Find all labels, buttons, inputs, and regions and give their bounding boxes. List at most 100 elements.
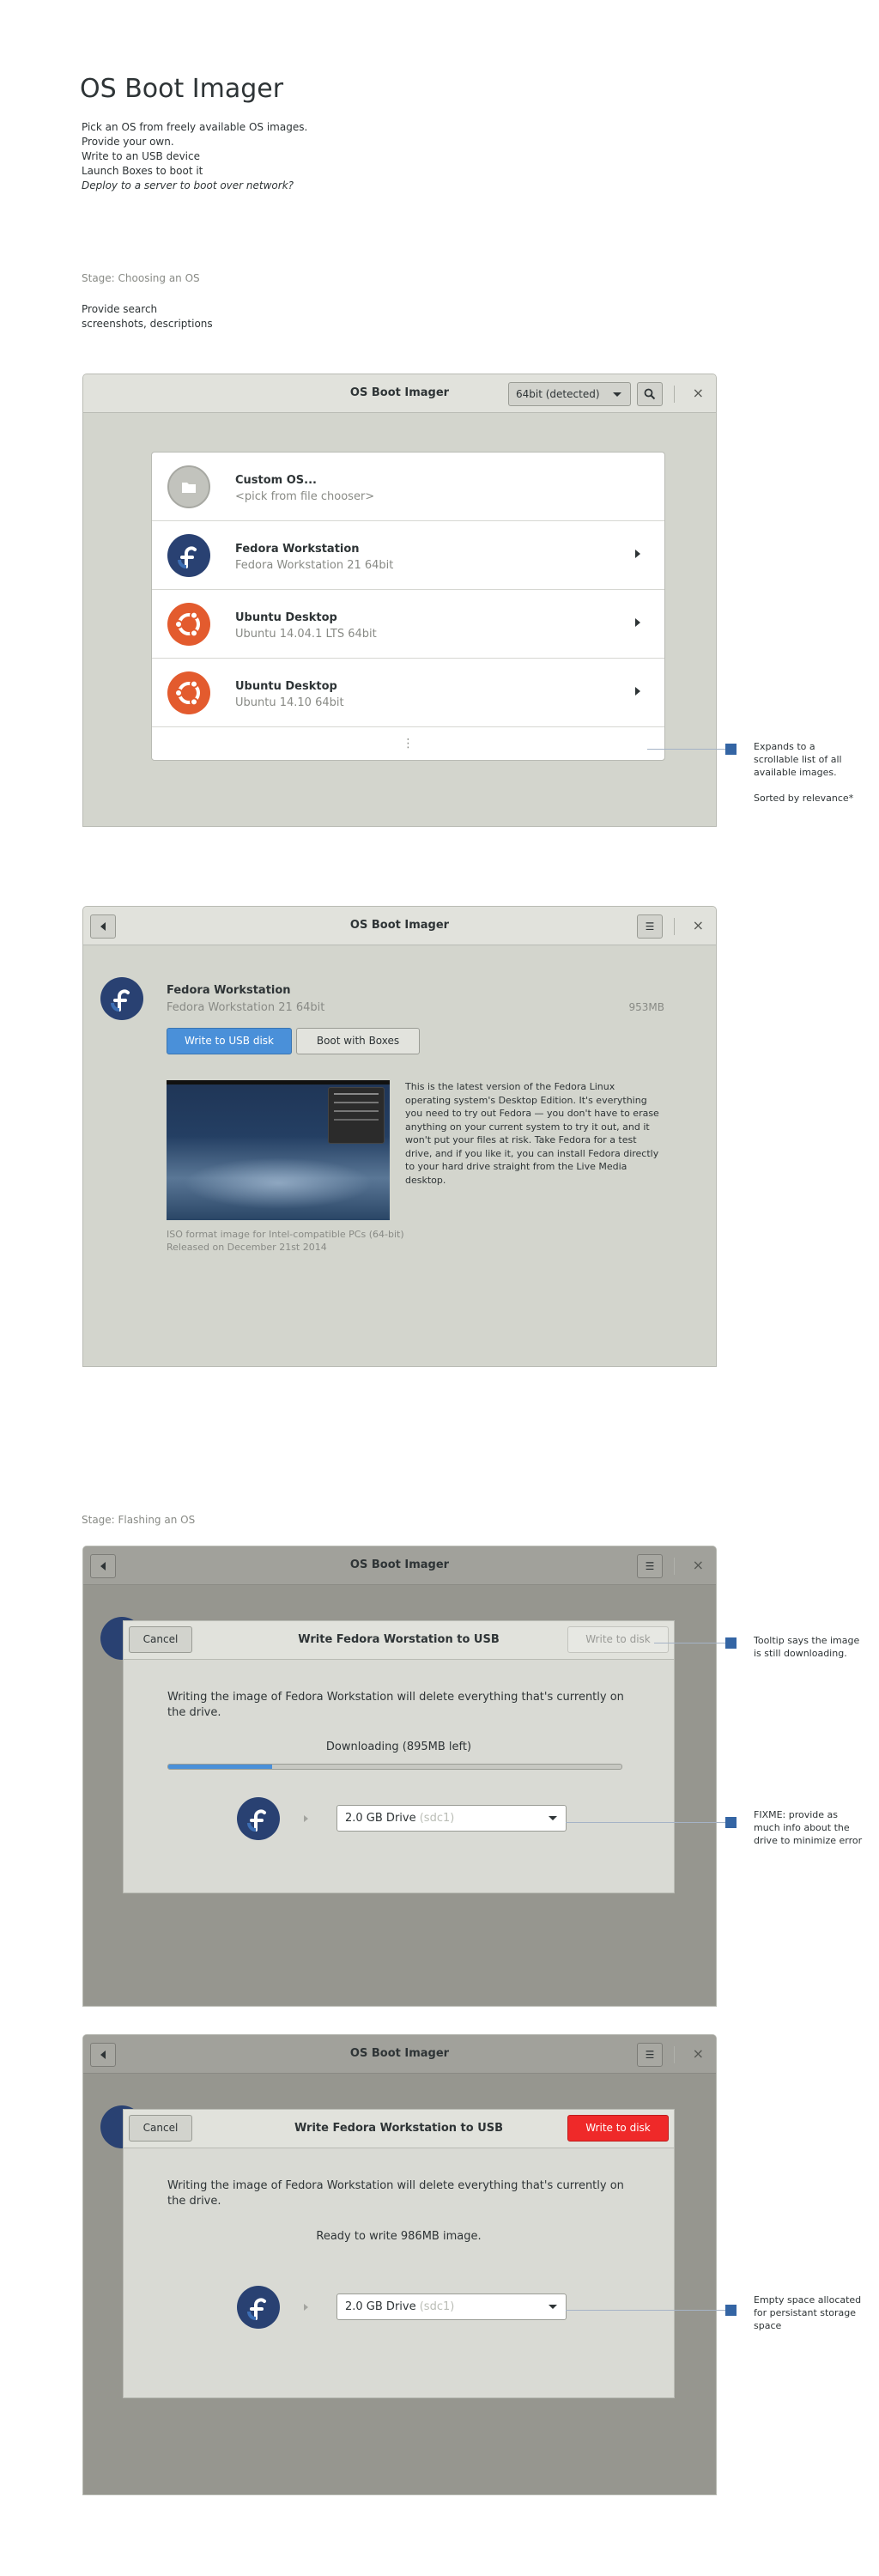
intro-line: Pick an OS from freely available OS imag… (82, 121, 308, 133)
os-list-item[interactable]: Fedora Workstation Fedora Workstation 21… (152, 521, 664, 590)
os-screenshot[interactable] (167, 1080, 390, 1220)
titlebar: OS Boot Imager ☰ × (83, 2035, 716, 2074)
provide-line: screenshots, descriptions (82, 318, 213, 330)
empty-space-annotation: Empty space allocated for persistant sto… (754, 2293, 861, 2332)
annotation-marker (725, 2305, 737, 2316)
arch-select-value: 64bit (detected) (516, 388, 600, 400)
search-icon (644, 388, 656, 400)
annotation-line (566, 2310, 726, 2311)
release-date: Released on December 21st 2014 (167, 1242, 327, 1253)
progress-fill (168, 1765, 273, 1769)
write-dialog: Cancel Write Fedora Workstation to USB W… (123, 2109, 675, 2398)
annotation-marker (725, 1637, 737, 1649)
annotation-text: Expands to a (754, 741, 815, 752)
tooltip-annotation: Tooltip says the image is still download… (754, 1634, 859, 1660)
drive-device: (sdc1) (419, 1812, 455, 1825)
window-title: OS Boot Imager (349, 919, 450, 932)
stage-choosing-label: Stage: Choosing an OS (82, 272, 200, 284)
os-name: Ubuntu Desktop (235, 611, 337, 624)
image-meta: ISO format image for Intel-compatible PC… (167, 1228, 404, 1254)
chevron-right-icon (635, 687, 640, 696)
annotation-marker (725, 1817, 737, 1828)
os-description: This is the latest version of the Fedora… (405, 1081, 659, 1186)
boot-with-boxes-button[interactable]: Boot with Boxes (296, 1028, 420, 1054)
ready-status: Ready to write 986MB image. (316, 2230, 482, 2243)
provide-note: Provide search screenshots, descriptions (82, 302, 213, 331)
annotation-text: is still downloading. (754, 1648, 847, 1659)
fixme-annotation: FIXME: provide as much info about the dr… (754, 1808, 862, 1847)
ubuntu-icon (167, 603, 210, 646)
annotation-text: FIXME: provide as (754, 1809, 839, 1820)
arrow-right-icon (304, 1815, 308, 1822)
arch-select[interactable]: 64bit (detected) (508, 382, 631, 406)
toolbar-separator (674, 918, 675, 935)
annotation-text: drive to minimize error (754, 1835, 863, 1846)
annotation-line (566, 1822, 726, 1823)
drive-name: 2.0 GB Drive (345, 1812, 416, 1825)
screenshot-topbar (167, 1080, 390, 1084)
close-icon[interactable]: × (693, 917, 704, 933)
annotation-text: space (754, 2320, 782, 2331)
fedora-icon (167, 534, 210, 577)
window-title: OS Boot Imager (349, 2047, 450, 2060)
os-list-item[interactable]: Custom OS... <pick from file chooser> (152, 453, 664, 521)
chevron-right-icon (635, 618, 640, 627)
menu-button[interactable]: ☰ (637, 914, 663, 939)
intro-line: Write to an USB device (82, 150, 200, 162)
chevron-down-icon (613, 392, 621, 397)
close-icon[interactable]: × (693, 1557, 704, 1573)
fedora-icon (237, 2286, 280, 2329)
write-to-disk-button[interactable]: Write to disk (567, 2115, 669, 2142)
annotation-text: Tooltip says the image (754, 1635, 860, 1646)
os-name: Ubuntu Desktop (235, 680, 337, 693)
annotation-text: scrollable list of all (754, 754, 842, 765)
annotation-line (647, 749, 726, 750)
toolbar-separator (674, 2046, 675, 2063)
annotation-text: available images. (754, 767, 837, 778)
os-name: Fedora Workstation (235, 543, 360, 556)
close-icon[interactable]: × (693, 2045, 704, 2062)
os-subtitle: Fedora Workstation 21 64bit (167, 1001, 325, 1014)
write-to-disk-button[interactable]: Write to disk (567, 1626, 669, 1653)
arrow-right-icon (304, 2304, 308, 2311)
provide-line: Provide search (82, 303, 158, 315)
os-detail-window: OS Boot Imager ☰ × Fedora Workstation Fe… (82, 906, 717, 1367)
chevron-right-icon (635, 550, 640, 558)
warning-text: Writing the image of Fedora Workstation … (167, 2179, 624, 2208)
annotation-text: Empty space allocated (754, 2294, 862, 2306)
toolbar-separator (674, 386, 675, 403)
image-size: 953MB (628, 1001, 665, 1013)
ubuntu-icon (167, 671, 210, 714)
titlebar: OS Boot Imager 64bit (detected) × (83, 374, 716, 413)
drive-device: (sdc1) (419, 2300, 455, 2313)
menu-button[interactable]: ☰ (637, 2043, 663, 2067)
flash-downloading-window: OS Boot Imager ☰ × Cancel Write Fedora W… (82, 1546, 717, 2007)
menu-icon: ☰ (645, 2049, 655, 2061)
list-annotation: Expands to a scrollable list of all avai… (754, 740, 853, 805)
fedora-icon (237, 1797, 280, 1840)
intro-text: Pick an OS from freely available OS imag… (82, 120, 307, 193)
titlebar: OS Boot Imager ☰ × (83, 907, 716, 945)
download-status: Downloading (895MB left) (325, 1741, 472, 1753)
titlebar: OS Boot Imager ☰ × (83, 1546, 716, 1585)
fedora-icon (100, 977, 143, 1020)
write-to-usb-button[interactable]: Write to USB disk (167, 1028, 292, 1054)
annotation-text: much info about the (754, 1822, 850, 1833)
annotation-text: for persistant storage (754, 2307, 857, 2318)
os-list: Custom OS... <pick from file chooser> Fe… (151, 452, 665, 761)
os-list-item[interactable]: Ubuntu Desktop Ubuntu 14.04.1 LTS 64bit (152, 590, 664, 659)
screenshot-menu (328, 1087, 385, 1144)
os-name: Custom OS... (235, 474, 317, 487)
drive-select[interactable]: 2.0 GB Drive (sdc1) (336, 2293, 567, 2320)
dialog-header: Cancel Write Fedora Workstation to USB W… (124, 2110, 674, 2148)
annotation-marker (725, 744, 737, 755)
close-icon[interactable]: × (693, 385, 704, 401)
show-more-button[interactable]: ⋮ (152, 727, 664, 760)
menu-icon: ☰ (645, 920, 655, 933)
search-button[interactable] (637, 382, 663, 406)
os-list-item[interactable]: Ubuntu Desktop Ubuntu 14.10 64bit (152, 659, 664, 727)
intro-line: Launch Boxes to boot it (82, 165, 203, 177)
drive-select[interactable]: 2.0 GB Drive (sdc1) (336, 1805, 567, 1832)
image-format: ISO format image for Intel-compatible PC… (167, 1229, 404, 1240)
menu-button[interactable]: ☰ (637, 1554, 663, 1578)
